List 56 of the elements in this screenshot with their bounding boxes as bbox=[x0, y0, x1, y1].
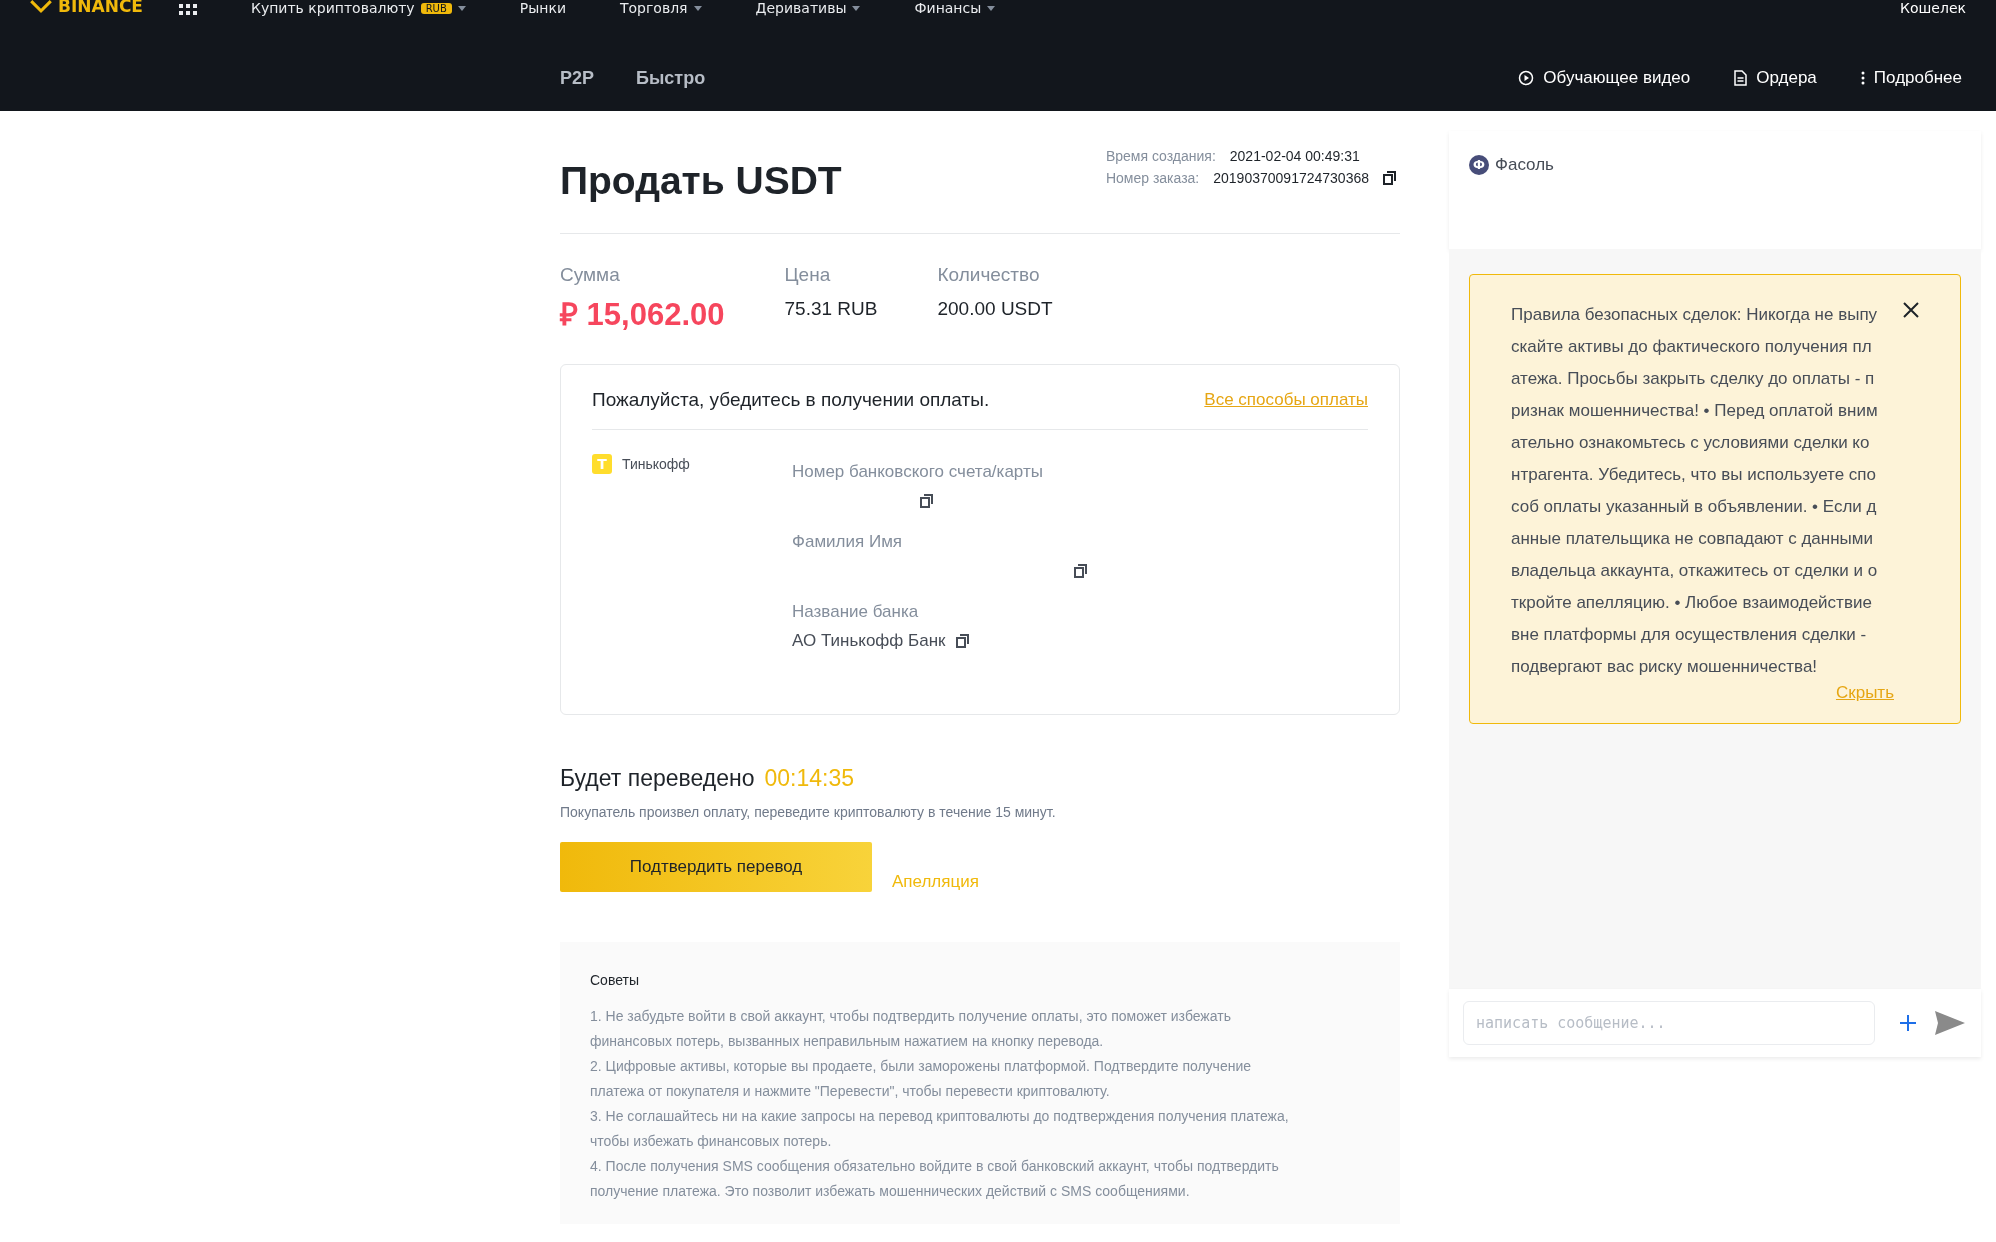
copy-icon[interactable] bbox=[955, 634, 969, 648]
field-label: Фамилия Имя bbox=[792, 532, 904, 552]
document-icon bbox=[1734, 70, 1748, 86]
wallet-link[interactable]: Кошелек bbox=[1900, 0, 1966, 16]
apps-grid-icon[interactable] bbox=[179, 4, 197, 16]
header-link[interactable]: Подробнее bbox=[1860, 68, 1962, 88]
bank-logo-icon: T bbox=[592, 454, 612, 474]
nav-menu-item[interactable]: Рынки bbox=[519, 0, 566, 16]
tip-text: 3. Не соглашайтесь ни на какие запросы на перевод криптовалюты до подтверждения получения платежа, чтобы избежать финансовых потерь. bbox=[590, 1107, 1290, 1151]
confirm-transfer-button[interactable]: Подтвердить перевод bbox=[560, 842, 872, 892]
message-input[interactable]: написать сообщение... bbox=[1463, 1001, 1875, 1045]
order-number-label: Номер заказа: bbox=[1105, 169, 1200, 188]
tip-text: 2. Цифровые активы, которые вы продаете, были заморожены платформой. Подтвердите получение платежа от покупателя и нажмите "Перевести", чтобы перевести криптовалюту. bbox=[590, 1057, 1253, 1101]
logo[interactable]: BINANCE bbox=[30, 0, 143, 16]
nav-tab[interactable]: P2P bbox=[560, 67, 595, 89]
summary-label: Цена bbox=[784, 264, 832, 286]
transfer-label: Будет переведено bbox=[560, 765, 755, 792]
play-circle-icon bbox=[1518, 70, 1535, 86]
created-label: Время создания: bbox=[1105, 147, 1216, 166]
nav-tab[interactable]: Быстро bbox=[636, 67, 706, 89]
summary-value: ₽ 15,062.00 bbox=[560, 296, 725, 334]
nav-menu-item[interactable]: Финансы bbox=[914, 0, 982, 16]
page-title: Продать USDT bbox=[560, 159, 842, 203]
summary-label: Количество bbox=[937, 264, 1041, 286]
tip-text: 4. После получения SMS сообщения обязательно войдите в свой банковский аккаунт, чтобы подтвердить получение платежа. Это позволит избежать мошеннических действий с SMS сообщениями. bbox=[590, 1157, 1280, 1201]
created-time: 2021-02-04 00:49:31 bbox=[1229, 147, 1360, 166]
summary-label: Сумма bbox=[560, 264, 621, 286]
countdown-timer: 00:14:35 bbox=[764, 765, 854, 792]
field-label: Название банка bbox=[792, 602, 920, 622]
currency-badge: RUB bbox=[420, 2, 452, 14]
nav-menu-item[interactable]: Торговля bbox=[620, 0, 688, 16]
field-value: АО Тинькофф Банк bbox=[792, 631, 946, 651]
warning-text: Правила безопасных сделок: Никогда не выпускайте активы до фактического получения платежа. Просьбы закрыть сделку до оплаты - признак мошенничества! • Перед оплатой внимательно ознакомьтесь с условиями сделки контрагента. Убедитесь, что вы используете способ оплаты указанный в объявлении. • Если данные плательщика не совпадают с данными владельца аккаунта, откажитесь от сделки и откройте апелляцию. • Любое взаимодействие вне платформы для осуществления сделки - подвергают вас риску мошенничества! bbox=[1511, 304, 1878, 678]
summary-value: 75.31 RUB bbox=[784, 298, 878, 320]
transfer-note: Покупатель произвел оплату, переведите криптовалюту в течение 15 минут. bbox=[560, 804, 1057, 820]
bank-name: Тинькофф bbox=[622, 456, 690, 472]
copy-icon[interactable] bbox=[1383, 171, 1396, 185]
copy-icon[interactable] bbox=[920, 494, 933, 508]
order-number: 20190370091724730368 bbox=[1213, 169, 1369, 188]
payment-heading: Пожалуйста, убедитесь в получении оплаты. bbox=[592, 389, 990, 411]
header-link[interactable]: Ордера bbox=[1734, 68, 1817, 88]
tip-text: 1. Не забудьте войти в свой аккаунт, чтобы подтвердить получение оплаты, это поможет избежать финансовых потерь, вызванных неправильным нажатием на кнопку перевода. bbox=[590, 1007, 1232, 1051]
avatar-icon: Ф bbox=[1469, 155, 1489, 175]
more-dots-icon bbox=[1860, 71, 1865, 85]
send-icon[interactable] bbox=[1935, 1011, 1965, 1035]
header-link[interactable]: Обучающее видео bbox=[1518, 68, 1691, 88]
seller-name[interactable]: Фасоль bbox=[1495, 155, 1554, 175]
nav-menu-item[interactable]: Деривативы bbox=[755, 0, 847, 16]
tips-title: Советы bbox=[590, 972, 640, 988]
field-label: Номер банковского счета/карты bbox=[792, 462, 1044, 482]
summary-value: 200.00 USDT bbox=[937, 298, 1053, 320]
copy-icon[interactable] bbox=[1074, 564, 1087, 578]
close-icon[interactable] bbox=[1902, 301, 1920, 319]
logo-text: BINANCE bbox=[58, 0, 143, 16]
plus-icon[interactable] bbox=[1899, 1014, 1917, 1032]
nav-menu-item[interactable]: Купить криптовалюту bbox=[251, 0, 415, 16]
